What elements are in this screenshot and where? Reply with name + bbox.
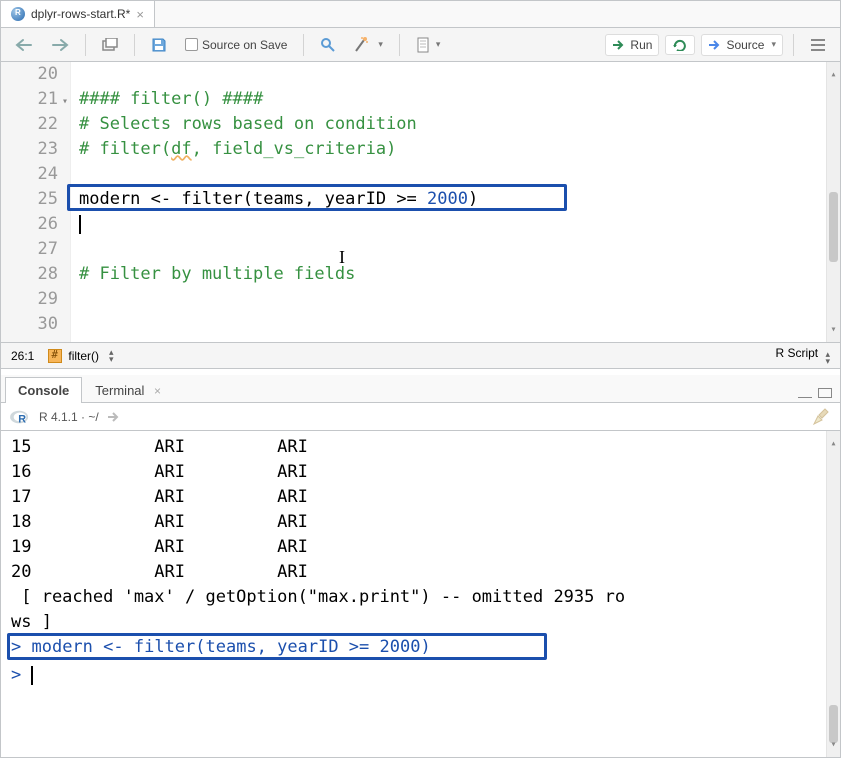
console-row: [ reached 'max' / getOption("max.print")… (11, 585, 840, 610)
section-icon (48, 349, 62, 363)
filetype-label: R Script (775, 346, 818, 360)
svg-text:R: R (18, 413, 26, 425)
maximize-pane-button[interactable] (818, 388, 832, 398)
scroll-down-icon[interactable]: ▾ (827, 317, 840, 342)
tab-terminal-label: Terminal (95, 383, 144, 398)
code-line[interactable] (79, 62, 826, 87)
line-number: 23 (1, 137, 58, 162)
console-tabbar: Console Terminal × (1, 375, 840, 403)
source-button[interactable]: Source ▾ (701, 34, 783, 56)
caret (31, 666, 33, 685)
console-scrollbar[interactable]: ▴ ▾ (826, 431, 840, 757)
editor-scrollbar[interactable]: ▴ ▾ (826, 62, 840, 342)
clear-console-button[interactable] (812, 408, 832, 426)
popout-icon[interactable] (107, 411, 121, 423)
console-row: 19 ARI ARI (11, 535, 840, 560)
tab-terminal[interactable]: Terminal × (82, 377, 174, 403)
updown-icon: ▴▾ (109, 349, 114, 363)
console-row: 16 ARI ARI (11, 460, 840, 485)
console-row: ws ] (11, 610, 840, 635)
line-number: 24 (1, 162, 58, 187)
nav-back-button[interactable] (9, 35, 39, 55)
line-number: 20 (1, 62, 58, 87)
line-number: 25 (1, 187, 58, 212)
editor-gutter: 2021222324252627282930 (1, 62, 71, 342)
scroll-up-icon[interactable]: ▴ (827, 62, 840, 87)
code-line[interactable]: # Selects rows based on condition (79, 112, 826, 137)
find-button[interactable] (314, 34, 342, 56)
highlight-box (67, 184, 567, 211)
updown-icon: ▴▾ (825, 351, 830, 365)
console-prompt[interactable]: > (11, 663, 840, 688)
outline-button[interactable] (804, 35, 832, 55)
code-line[interactable]: #### filter() #### (79, 87, 826, 112)
editor-tab[interactable]: dplyr-rows-start.R* × (1, 1, 155, 27)
line-number: 21 (1, 87, 58, 112)
rerun-button[interactable] (665, 35, 695, 55)
scrollbar-thumb[interactable] (829, 192, 838, 262)
editor-tabbar: dplyr-rows-start.R* × (1, 1, 840, 28)
code-line[interactable] (79, 237, 826, 262)
console-row: 20 ARI ARI (11, 560, 840, 585)
show-in-new-window-button[interactable] (96, 35, 124, 55)
code-tools-button[interactable]: ▾ (348, 34, 389, 56)
editor-statusbar: 26:1 filter() ▴▾ R Script ▴▾ (1, 342, 840, 368)
cursor-position: 26:1 (11, 349, 34, 363)
r-file-icon (11, 7, 25, 21)
console-row: 15 ARI ARI (11, 435, 840, 460)
line-number: 27 (1, 237, 58, 262)
line-number: 22 (1, 112, 58, 137)
checkbox-icon (185, 38, 198, 51)
caret (79, 215, 81, 234)
console-panel: Console Terminal × R R 4.1.1 · ~/ 15 ARI… (1, 375, 840, 757)
tab-console-label: Console (18, 383, 69, 398)
line-number: 28 (1, 262, 58, 287)
pane-controls (798, 388, 840, 402)
editor-code[interactable]: I #### filter() ##### Selects rows based… (71, 62, 826, 342)
line-number: 29 (1, 287, 58, 312)
line-number: 30 (1, 312, 58, 337)
source-on-save-label: Source on Save (202, 38, 287, 52)
close-icon[interactable]: × (154, 384, 161, 398)
code-line[interactable] (79, 312, 826, 337)
highlight-box (7, 633, 547, 660)
console-row: 18 ARI ARI (11, 510, 840, 535)
editor-toolbar: Source on Save ▾ ▾ Run Source ▾ (1, 28, 840, 62)
r-logo-icon: R (9, 408, 31, 426)
code-line[interactable]: # Filter by multiple fields (79, 262, 826, 287)
filetype-selector[interactable]: R Script ▴▾ (775, 346, 830, 365)
text-cursor-icon: I (339, 245, 345, 270)
nav-forward-button[interactable] (45, 35, 75, 55)
editor-body[interactable]: 2021222324252627282930 I #### filter() #… (1, 62, 840, 342)
close-icon[interactable]: × (136, 7, 144, 22)
code-line[interactable] (79, 287, 826, 312)
code-line[interactable]: # filter(df, field_vs_criteria) (79, 137, 826, 162)
code-line[interactable] (79, 212, 826, 237)
source-on-save-toggle[interactable]: Source on Save (179, 35, 293, 55)
minimize-pane-button[interactable] (798, 388, 812, 398)
run-label: Run (630, 38, 652, 52)
compile-report-button[interactable]: ▾ (410, 34, 447, 56)
section-name: filter() (68, 349, 99, 363)
run-button[interactable]: Run (605, 34, 659, 56)
scroll-up-icon[interactable]: ▴ (827, 431, 840, 456)
section-navigator[interactable]: filter() ▴▾ (48, 349, 113, 363)
save-button[interactable] (145, 34, 173, 56)
console-info-text: R 4.1.1 · ~/ (39, 410, 99, 424)
source-label: Source (726, 38, 764, 52)
editor-panel: dplyr-rows-start.R* × Source on Save ▾ (1, 1, 840, 369)
console-infobar: R R 4.1.1 · ~/ (1, 403, 840, 431)
line-number: 26 (1, 212, 58, 237)
scroll-down-icon[interactable]: ▾ (827, 732, 840, 757)
tab-console[interactable]: Console (5, 377, 82, 403)
editor-tab-title: dplyr-rows-start.R* (31, 7, 130, 21)
console-output[interactable]: 15 ARI ARI16 ARI ARI17 ARI ARI18 ARI ARI… (1, 431, 840, 757)
console-row: 17 ARI ARI (11, 485, 840, 510)
